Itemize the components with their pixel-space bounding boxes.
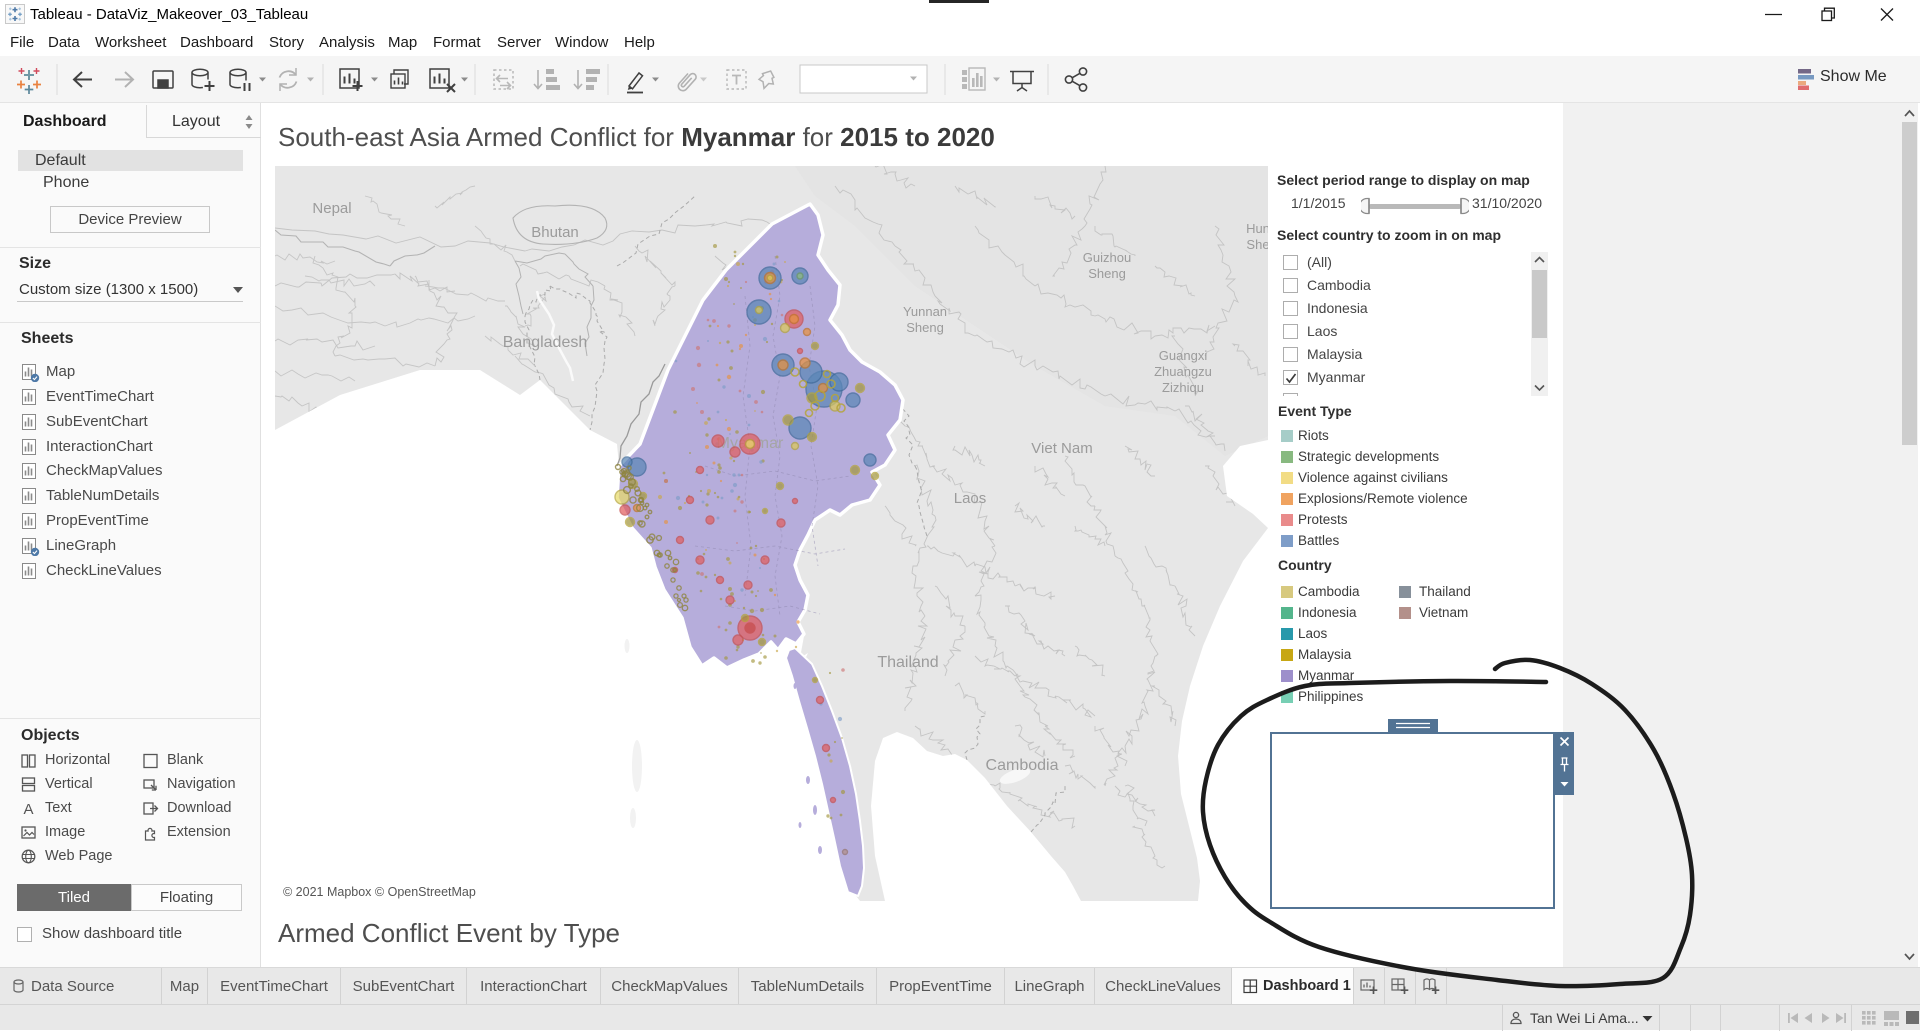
svg-text:Guizhou: Guizhou: [1083, 250, 1131, 265]
svg-text:Bangladesh: Bangladesh: [503, 334, 588, 351]
svg-text:A: A: [23, 801, 33, 817]
svg-text:Zhuangzu: Zhuangzu: [1154, 364, 1212, 379]
svg-text:Thailand: Thailand: [877, 654, 938, 671]
svg-text:Cambodia: Cambodia: [986, 757, 1059, 774]
svg-text:Guangxi: Guangxi: [1159, 348, 1208, 363]
svg-text:Hun: Hun: [1246, 221, 1268, 236]
svg-text:Viet Nam: Viet Nam: [1031, 440, 1092, 457]
svg-text:Bhutan: Bhutan: [531, 224, 579, 241]
svg-text:Zizhiqu: Zizhiqu: [1162, 380, 1204, 395]
svg-text:© 2021 Mapbox © OpenStreetMap: © 2021 Mapbox © OpenStreetMap: [283, 885, 476, 899]
svg-text:Laos: Laos: [954, 490, 987, 507]
svg-text:Sheng: Sheng: [1088, 266, 1126, 281]
svg-text:Sheng: Sheng: [906, 320, 944, 335]
svg-text:Yunnan: Yunnan: [903, 304, 947, 319]
svg-text:Nepal: Nepal: [312, 200, 351, 217]
svg-text:She: She: [1246, 237, 1268, 252]
